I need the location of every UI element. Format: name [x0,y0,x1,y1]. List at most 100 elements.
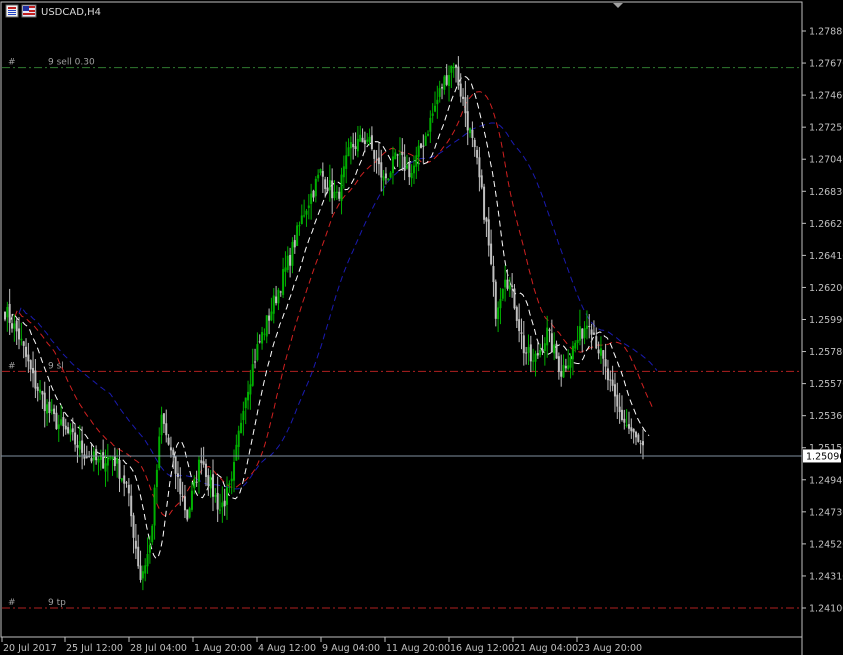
candle-body [391,156,394,174]
candle-body [251,364,254,386]
candle-body [69,429,72,435]
candle-body [480,175,483,188]
candle-body [8,303,11,323]
candle-body [352,143,355,148]
candle-body [459,83,462,97]
candle-body [141,571,144,579]
candle-body [81,440,84,453]
candle-body [71,428,74,433]
candle-body [508,285,511,290]
chart-title: USDCAD,H4 [41,7,101,18]
candle-body [529,344,532,362]
candle-body [597,349,600,354]
candle-body [55,412,58,430]
candle-body [310,193,313,204]
candle-body [457,66,460,86]
candle-body [13,323,16,329]
candle-body [394,152,397,160]
price-tick-label: 1.27250 [809,123,843,134]
candle-body [132,515,135,538]
candle-body [265,315,268,337]
candle-body [354,146,357,150]
candle-body [462,96,465,99]
candle-body [356,138,359,152]
candle-body [373,150,376,159]
candle-body [389,172,392,178]
candle-body [319,169,322,173]
candle-body [298,225,301,227]
time-tick-label: 4 Aug 12:00 [258,643,316,654]
candle-body [29,360,32,370]
candle-body [569,357,572,368]
candle-body [153,487,156,526]
candle-body [104,463,107,472]
candle-body [78,441,81,450]
candle-body [620,409,623,420]
price-chart[interactable]: USDCAD,H4 #9 sell 0.30 #9 sl #9 tp 1.27880… [0,0,843,655]
candle-body [333,191,336,198]
candle-body [326,187,329,192]
candle-body [613,384,616,397]
candle-body [466,111,469,131]
time-tick-label: 9 Aug 04:00 [322,643,380,654]
candle-body [193,478,196,489]
candle-body [95,449,98,461]
candle-body [637,434,640,442]
time-tick-label: 21 Aug 04:00 [514,643,578,654]
candle-body [419,143,422,148]
trade-line-marker: # [8,58,16,68]
candle-body [207,475,210,486]
candle-body [567,365,570,369]
chart-window-icon[interactable] [5,4,19,18]
candle-body [630,427,633,432]
candle-body [20,338,23,341]
candle-body [627,424,630,429]
candle-body [426,133,429,136]
candle-body [230,478,233,482]
candle-body [90,458,93,462]
candle-body [560,371,563,377]
trade-line-label: 9 sell 0.30 [48,58,95,68]
candle-body [642,441,644,446]
candle-body [522,335,525,354]
chart-background [0,0,843,655]
symbol-flag-icon[interactable] [21,4,37,18]
candle-body [408,163,411,178]
candle-body [282,268,285,295]
price-tick-label: 1.27040 [809,155,843,166]
candle-body [434,105,437,112]
current-price-text: 1.25096 [806,451,843,462]
candle-body [228,483,231,485]
candle-body [639,443,642,445]
candle-body [155,469,158,488]
price-tick-label: 1.26200 [809,283,843,294]
price-tick-label: 1.24520 [809,539,843,550]
candle-body [599,348,602,356]
candle-body [504,279,507,288]
candle-body [279,291,282,293]
price-tick-label: 1.26620 [809,219,843,230]
candle-body [18,328,21,340]
time-tick-label: 23 Aug 20:00 [578,643,642,654]
candle-body [174,456,177,474]
candle-body [471,129,474,139]
candle-body [22,341,25,346]
candle-body [553,344,556,354]
candle-body [188,508,191,518]
candle-body [48,401,51,414]
candle-body [123,475,126,484]
candle-body [564,365,567,369]
candle-body [261,331,264,344]
candle-body [571,345,574,360]
candle-body [209,476,212,489]
time-tick-label: 11 Aug 20:00 [386,643,450,654]
trade-line-marker: # [8,598,16,608]
candle-body [366,139,369,142]
candle-body [221,502,224,508]
candle-body [412,165,415,174]
candle-body [195,481,198,483]
candle-body [331,180,334,199]
candle-body [162,413,165,424]
price-tick-label: 1.24100 [809,604,843,615]
candle-body [618,406,621,413]
